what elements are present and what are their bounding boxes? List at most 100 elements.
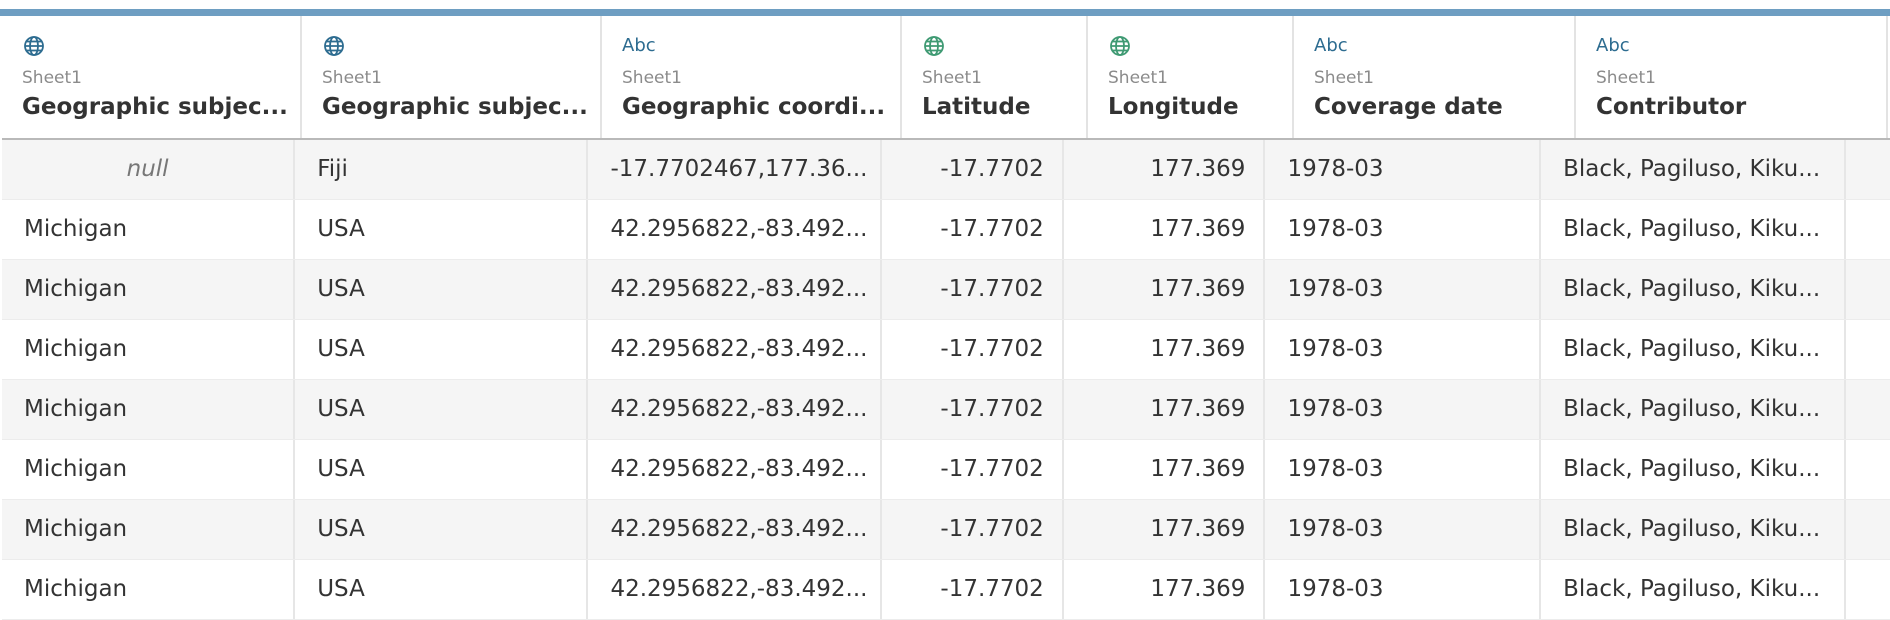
table-cell[interactable]: Fiji [295,140,589,199]
table-cell[interactable]: Michigan [2,560,296,619]
table-cell-empty [1846,140,1890,199]
table-row: Michigan USA 42.2956822,-83.492... -17.7… [2,500,1890,560]
string-type-label: Abc [1314,35,1348,56]
table-cell[interactable]: 177.369 [1064,560,1266,619]
column-source: Sheet1 [1596,68,1656,88]
table-cell-empty [1846,560,1890,619]
table-cell[interactable]: 42.2956822,-83.492... [588,200,882,259]
table-cell[interactable]: 1978-03 [1265,260,1542,319]
table-cell[interactable]: 177.369 [1064,440,1266,499]
table-cell[interactable]: USA [295,200,589,259]
table-cell[interactable]: Black, Pagiluso, Kiku... [1541,320,1847,379]
column-header-geographic-subject-1[interactable]: Sheet1 Geographic subjec... [2,16,302,138]
table-cell[interactable]: Black, Pagiluso, Kiku... [1541,560,1847,619]
table-cell[interactable]: 42.2956822,-83.492... [588,320,882,379]
table-cell[interactable]: 1978-03 [1265,440,1542,499]
column-name: Geographic coordi... [622,94,886,120]
table-cell[interactable]: 177.369 [1064,500,1266,559]
table-row: Michigan USA 42.2956822,-83.492... -17.7… [2,260,1890,320]
column-header-contributor[interactable]: Abc Sheet1 Contributor [1576,16,1888,138]
table-cell[interactable]: USA [295,440,589,499]
table-cell[interactable]: USA [295,380,589,439]
table-cell[interactable]: -17.7702 [882,440,1064,499]
table-cell[interactable]: Michigan [2,200,296,259]
column-header-geographic-subject-2[interactable]: Sheet1 Geographic subjec... [302,16,602,138]
table-cell[interactable]: 42.2956822,-83.492... [588,500,882,559]
column-name: Contributor [1596,94,1747,120]
column-header-longitude[interactable]: Sheet1 Longitude [1088,16,1294,138]
table-row: Michigan USA 42.2956822,-83.492... -17.7… [2,560,1890,620]
table-row: Michigan USA 42.2956822,-83.492... -17.7… [2,200,1890,260]
table-row: null Fiji -17.7702467,177.36... -17.7702… [2,140,1890,200]
table-cell[interactable]: Michigan [2,500,296,559]
column-source: Sheet1 [622,68,682,88]
column-source: Sheet1 [1314,68,1374,88]
table-cell[interactable]: USA [295,560,589,619]
table-cell[interactable]: Black, Pagiluso, Kiku... [1541,200,1847,259]
table-cell[interactable]: 42.2956822,-83.492... [588,560,882,619]
table-cell[interactable]: 42.2956822,-83.492... [588,440,882,499]
table-cell[interactable]: 42.2956822,-83.492... [588,260,882,319]
globe-icon [922,34,946,58]
table-cell[interactable]: Black, Pagiluso, Kiku... [1541,140,1847,199]
table-cell[interactable]: Michigan [2,440,296,499]
table-cell-null[interactable]: null [2,140,296,199]
column-name: Coverage date [1314,94,1503,120]
table-cell-empty [1846,500,1890,559]
table-cell[interactable]: -17.7702 [882,260,1064,319]
column-name: Longitude [1108,94,1239,120]
table-cell-empty [1846,260,1890,319]
table-cell[interactable]: 1978-03 [1265,320,1542,379]
table-cell[interactable]: 177.369 [1064,260,1266,319]
table-cell[interactable]: 177.369 [1064,320,1266,379]
table-cell[interactable]: -17.7702 [882,560,1064,619]
table-cell[interactable]: 1978-03 [1265,560,1542,619]
table-cell[interactable]: 1978-03 [1265,140,1542,199]
table-cell[interactable]: Black, Pagiluso, Kiku... [1541,500,1847,559]
column-header-latitude[interactable]: Sheet1 Latitude [902,16,1088,138]
globe-icon [1108,34,1132,58]
table-cell[interactable]: 177.369 [1064,200,1266,259]
table-cell[interactable]: 177.369 [1064,380,1266,439]
column-source: Sheet1 [322,68,382,88]
table-cell[interactable]: -17.7702 [882,200,1064,259]
column-source: Sheet1 [22,68,82,88]
column-source: Sheet1 [922,68,982,88]
table-cell[interactable]: Black, Pagiluso, Kiku... [1541,260,1847,319]
globe-icon [22,34,46,58]
table-cell[interactable]: 1978-03 [1265,500,1542,559]
column-source: Sheet1 [1108,68,1168,88]
table-cell[interactable]: Black, Pagiluso, Kiku... [1541,440,1847,499]
table-cell[interactable]: -17.7702 [882,140,1064,199]
string-type-label: Abc [1596,35,1630,56]
column-name: Geographic subjec... [22,94,288,120]
column-header-coverage-date[interactable]: Abc Sheet1 Coverage date [1294,16,1576,138]
table-cell[interactable]: Black, Pagiluso, Kiku... [1541,380,1847,439]
table-cell[interactable]: -17.7702 [882,380,1064,439]
table-cell[interactable]: 1978-03 [1265,380,1542,439]
table-cell-empty [1846,440,1890,499]
table-cell-empty [1846,200,1890,259]
table-cell[interactable]: 1978-03 [1265,200,1542,259]
string-type-label: Abc [622,35,656,56]
column-header-geographic-coordinates[interactable]: Abc Sheet1 Geographic coordi... [602,16,902,138]
table-cell[interactable]: USA [295,500,589,559]
table-cell[interactable]: USA [295,320,589,379]
table-cell[interactable]: 177.369 [1064,140,1266,199]
column-name: Geographic subjec... [322,94,588,120]
table-cell[interactable]: -17.7702 [882,320,1064,379]
table-row: Michigan USA 42.2956822,-83.492... -17.7… [2,380,1890,440]
data-grid: Sheet1 Geographic subjec... Sheet1 Geogr… [2,16,1890,620]
table-cell[interactable]: -17.7702 [882,500,1064,559]
table-cell[interactable]: Michigan [2,380,296,439]
header-accent-bar [0,9,1890,16]
table-row: Michigan USA 42.2956822,-83.492... -17.7… [2,440,1890,500]
table-cell[interactable]: USA [295,260,589,319]
table-cell[interactable]: Michigan [2,260,296,319]
table-cell[interactable]: 42.2956822,-83.492... [588,380,882,439]
table-cell[interactable]: Michigan [2,320,296,379]
table-cell-empty [1846,380,1890,439]
globe-icon [322,34,346,58]
table-cell-empty [1846,320,1890,379]
table-cell[interactable]: -17.7702467,177.36... [588,140,882,199]
